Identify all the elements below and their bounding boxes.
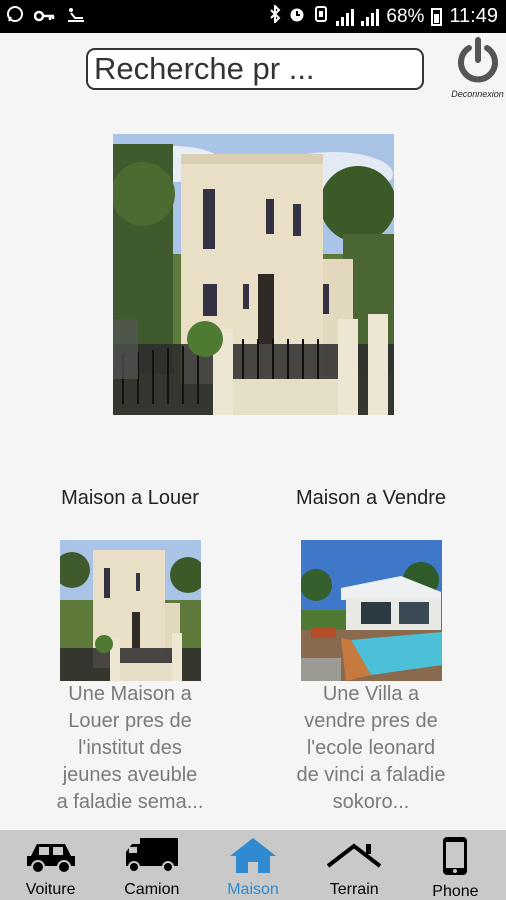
nav-item-voiture[interactable]: Voiture [0, 830, 101, 900]
home-icon [228, 838, 278, 878]
listing-card[interactable]: Maison a Vendre [271, 484, 471, 512]
nav-label: Camion [124, 881, 180, 898]
listing-title: Maison a Louer [61, 487, 199, 509]
whatsapp-icon [6, 5, 24, 28]
bottom-navigation: Voiture Camion Maison Terrain Phone [0, 830, 506, 900]
nav-label: Voiture [25, 881, 76, 898]
listing-card[interactable]: Maison a Louer [30, 484, 230, 512]
nav-label: Terrain [329, 881, 379, 898]
nav-item-camion[interactable]: Camion [101, 830, 202, 900]
nav-item-maison[interactable]: Maison [202, 830, 303, 900]
listing-detail[interactable]: Une Villa a vendre pres de l'ecole leona… [271, 540, 471, 816]
car-icon [25, 844, 77, 878]
nav-label: Phone [432, 883, 479, 900]
accessibility-icon [66, 6, 86, 28]
nav-label: Maison [227, 881, 279, 898]
listing-description: Une Villa a vendre pres de l'ecole leona… [296, 683, 446, 813]
vibrate-icon [313, 5, 329, 28]
signal-icon [361, 8, 380, 26]
battery-icon [431, 7, 443, 26]
villa-thumbnail[interactable] [300, 540, 442, 681]
listing-scroll-area[interactable]: Une Maison a Louer pres de l'institut de… [0, 530, 506, 830]
status-bar: 68% 11:49 [0, 0, 506, 33]
phone-icon [439, 837, 471, 880]
clock: 11:49 [449, 5, 498, 27]
listing-title: Maison a Vendre [295, 487, 447, 509]
bluetooth-icon [269, 3, 281, 28]
nav-item-terrain[interactable]: Terrain [304, 830, 405, 900]
listing-detail[interactable]: Une Maison a Louer pres de l'institut de… [30, 540, 230, 816]
key-icon [33, 6, 56, 28]
truck-icon [124, 838, 180, 878]
signal-icon [336, 8, 355, 26]
listing-description: Une Maison a Louer pres de l'institut de… [56, 683, 204, 813]
power-icon [453, 37, 503, 90]
logout-label: Deconnexion [451, 89, 504, 99]
battery-percent: 68% [386, 5, 425, 27]
land-icon [326, 843, 382, 878]
search-input[interactable] [88, 50, 422, 88]
logout-button[interactable]: Deconnexion [449, 36, 506, 104]
featured-house-image[interactable] [113, 134, 394, 415]
search-box[interactable] [86, 48, 424, 90]
nav-item-phone[interactable]: Phone [405, 830, 506, 900]
alarm-icon [288, 5, 306, 28]
house-thumbnail[interactable] [59, 540, 201, 681]
